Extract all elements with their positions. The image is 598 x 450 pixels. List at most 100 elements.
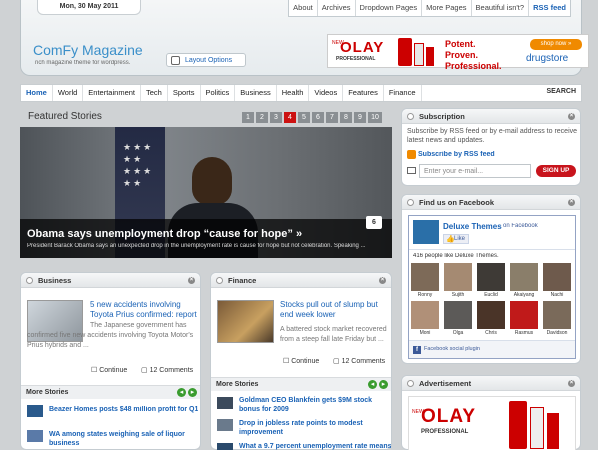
page-button-active[interactable]: 4 <box>284 112 296 123</box>
sidebar-ad[interactable]: NEW OLAY PROFESSIONAL <box>408 396 576 450</box>
fan-avatar[interactable] <box>477 263 505 291</box>
fan-name[interactable]: Akaiyang <box>508 292 540 298</box>
more-story-link[interactable]: Beazer Homes posts $48 million profit fo… <box>49 406 198 413</box>
fan-name[interactable]: Euclid <box>477 292 505 298</box>
nav-item-health[interactable]: Health <box>277 85 310 101</box>
story-thumb[interactable] <box>27 430 43 442</box>
story-thumb[interactable] <box>27 405 43 417</box>
comments-link[interactable]: ▢ 12 Comments <box>141 366 193 374</box>
like-button[interactable]: 👍 Like <box>443 234 469 244</box>
nav-item-videos[interactable]: Videos <box>309 85 344 101</box>
nav-item-politics[interactable]: Politics <box>201 85 236 101</box>
fan-avatar[interactable] <box>543 263 571 291</box>
page-button[interactable]: 2 <box>256 112 268 123</box>
more-story-link[interactable]: Goldman CEO Blankfein gets $9M stock bon… <box>239 396 391 414</box>
more-story-link[interactable]: What a 9.7 percent unemployment rate mea… <box>239 443 391 450</box>
comment-count-badge[interactable]: 6 <box>366 216 382 229</box>
finance-headline[interactable]: Stocks pull out of slump but end week lo… <box>280 300 388 320</box>
collapse-icon[interactable] <box>407 380 414 387</box>
fan-name[interactable]: Davidson <box>541 330 573 336</box>
next-icon[interactable]: ▸ <box>188 388 197 397</box>
fan-avatar[interactable] <box>543 301 571 329</box>
prev-icon[interactable]: ◂ <box>368 380 377 389</box>
nav-item-sports[interactable]: Sports <box>168 85 201 101</box>
continue-link[interactable]: ☐ Continue <box>91 366 127 374</box>
nav-item-features[interactable]: Features <box>343 85 384 101</box>
signup-button[interactable]: SIGN UP <box>536 165 576 177</box>
top-link-archives[interactable]: Archives <box>316 0 355 16</box>
top-link-more-pages[interactable]: More Pages <box>421 0 470 16</box>
fan-name[interactable]: Moni <box>411 330 439 336</box>
fan-avatar[interactable] <box>444 301 472 329</box>
nav-item-finance[interactable]: Finance <box>384 85 422 101</box>
nav-item-tech[interactable]: Tech <box>141 85 168 101</box>
top-link-rss[interactable]: RSS feed <box>528 0 570 16</box>
page-button[interactable]: 6 <box>312 112 324 123</box>
top-link-about[interactable]: About <box>289 0 317 16</box>
email-input[interactable]: Enter your e-mail... <box>419 164 531 178</box>
page-button[interactable]: 5 <box>298 112 310 123</box>
page-button[interactable]: 8 <box>340 112 352 123</box>
fan-avatar[interactable] <box>411 301 439 329</box>
header-advertisement[interactable]: NEW OLAY PROFESSIONAL Potent. Proven. Pr… <box>327 34 589 71</box>
stock-market-image[interactable] <box>217 300 274 343</box>
fan-avatar[interactable] <box>477 301 505 329</box>
featured-slider[interactable]: ★★★ ★★ ★★★ ★★ Obama says unemployment dr… <box>20 127 392 258</box>
business-title: Business <box>38 276 72 285</box>
social-plugin-link[interactable]: Facebook social plugin <box>424 346 480 352</box>
close-icon[interactable]: × <box>568 113 575 120</box>
continue-link[interactable]: ☐ Continue <box>283 357 319 365</box>
page-button[interactable]: 10 <box>368 112 382 123</box>
page-button[interactable]: 1 <box>242 112 254 123</box>
fan-name[interactable]: Sujith <box>444 292 472 298</box>
layout-options-button[interactable]: Layout Options <box>166 53 246 67</box>
more-story-link[interactable]: Drop in jobless rate points to modest im… <box>239 419 391 437</box>
close-icon[interactable]: × <box>568 199 575 206</box>
fan-name[interactable]: Rasmus <box>510 330 538 336</box>
more-story-link[interactable]: WA among states weighing sale of liquor … <box>49 430 197 448</box>
nav-item-business[interactable]: Business <box>235 85 277 101</box>
collapse-icon[interactable] <box>407 113 414 120</box>
page-avatar[interactable] <box>413 220 439 244</box>
page-button[interactable]: 9 <box>354 112 366 123</box>
fan-avatar[interactable] <box>444 263 472 291</box>
top-link-beautiful[interactable]: Beautiful isn't? <box>470 0 529 16</box>
fan-avatar[interactable] <box>510 263 538 291</box>
prev-icon[interactable]: ◂ <box>177 388 186 397</box>
page-button[interactable]: 3 <box>270 112 282 123</box>
page-button[interactable]: 7 <box>326 112 338 123</box>
finance-panel: Finance × Stocks pull out of slump but e… <box>210 272 392 450</box>
collapse-icon[interactable] <box>407 199 414 206</box>
advertisement-title: Advertisement <box>419 379 472 388</box>
featured-headline[interactable]: Obama says unemployment drop “cause for … <box>27 228 302 240</box>
comments-link[interactable]: ▢ 12 Comments <box>333 357 385 365</box>
story-thumb[interactable] <box>217 419 233 431</box>
fan-name[interactable]: Chris <box>477 330 505 336</box>
nav-item-entertainment[interactable]: Entertainment <box>83 85 141 101</box>
more-stories-title: More Stories <box>216 381 259 388</box>
nav-item-world[interactable]: World <box>53 85 84 101</box>
next-icon[interactable]: ▸ <box>379 380 388 389</box>
fan-name[interactable]: Olga <box>444 330 472 336</box>
fan-avatar[interactable] <box>510 301 538 329</box>
top-link-dropdown-pages[interactable]: Dropdown Pages <box>354 0 422 16</box>
close-icon[interactable]: × <box>568 380 575 387</box>
business-headline[interactable]: 5 new accidents involving Toyota Prius c… <box>90 300 198 320</box>
fan-name[interactable]: Nachi <box>543 292 571 298</box>
story-thumb[interactable] <box>217 443 233 450</box>
rss-icon[interactable] <box>407 150 416 159</box>
subscription-panel: Subscription × Subscribe by RSS feed or … <box>401 108 581 186</box>
search-button[interactable]: SEARCH <box>546 88 576 95</box>
nav-item-home[interactable]: Home <box>21 85 53 101</box>
close-icon[interactable]: × <box>188 277 195 284</box>
close-icon[interactable]: × <box>379 277 386 284</box>
fan-name[interactable]: Ronny <box>411 292 439 298</box>
fan-avatar[interactable] <box>411 263 439 291</box>
collapse-icon[interactable] <box>26 277 33 284</box>
page-name-link[interactable]: Deluxe Themes <box>443 222 502 231</box>
collapse-icon[interactable] <box>216 277 223 284</box>
shop-now-button[interactable]: shop now » <box>530 39 582 50</box>
site-logo[interactable]: ComFy Magazine <box>33 42 143 58</box>
rss-subscribe-link[interactable]: Subscribe by RSS feed <box>418 151 495 158</box>
story-thumb[interactable] <box>217 397 233 409</box>
